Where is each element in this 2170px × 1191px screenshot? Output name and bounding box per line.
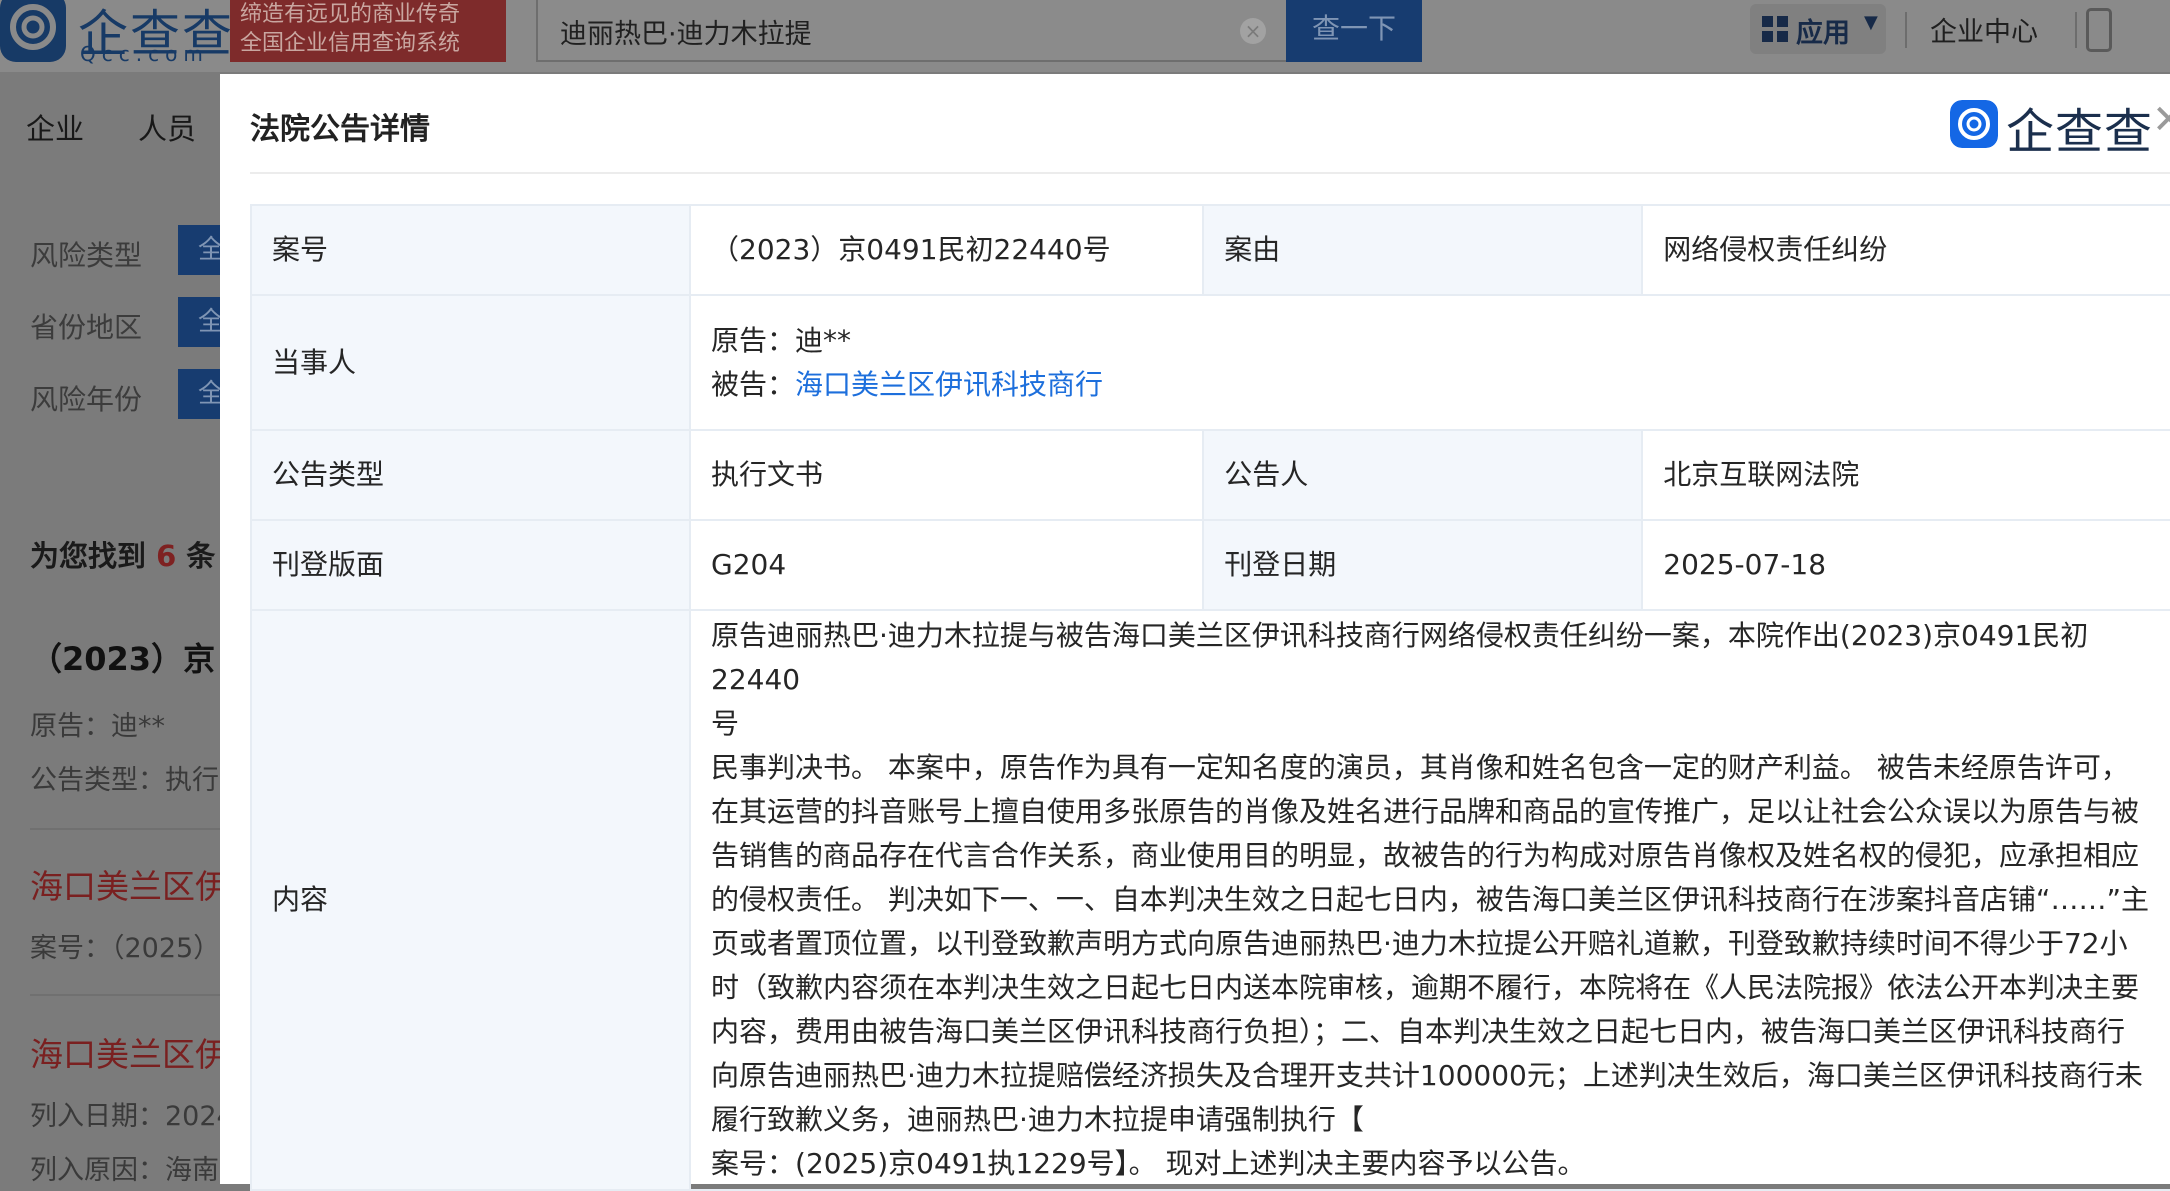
enterprise-center-link[interactable]: 企业中心: [1930, 10, 2038, 49]
result-item-title[interactable]: 海口美兰区伊: [30, 860, 228, 908]
content-line: 时（致歉内容须在本判决生效之日起七日内送本院审核，逾期不履行，本院将在《人民法院…: [711, 971, 2140, 1004]
result-item-date: 列入日期：2024: [30, 1101, 234, 1132]
filter-year-all[interactable]: 全: [178, 369, 226, 419]
tab-enterprise[interactable]: 企业: [26, 106, 84, 148]
content-label: 内容: [249, 609, 692, 1191]
publish-date-label: 刊登日期: [1202, 519, 1644, 611]
modal-title: 法院公告详情: [250, 112, 430, 147]
plaintiff-line: 原告：迪**: [711, 319, 2158, 363]
filter-risk-type-label: 风险类型: [30, 239, 143, 272]
result-divider: [30, 994, 230, 996]
notice-detail-table: 案号 （2023）京0491民初22440号 案由 网络侵权责任纠纷 当事人 原…: [249, 204, 2170, 1191]
filter-risk-type-all[interactable]: 全: [178, 225, 226, 275]
result-count-suffix: 条: [186, 539, 216, 573]
clear-search-icon[interactable]: ×: [1240, 18, 1266, 44]
defendant-prefix: 被告：: [711, 367, 796, 401]
table-row: 案号 （2023）京0491民初22440号 案由 网络侵权责任纠纷: [249, 204, 2170, 296]
publish-page-label: 刊登版面: [249, 519, 692, 611]
content-line: 号: [711, 707, 740, 740]
publish-page-value: G204: [689, 519, 1205, 611]
result-count-prefix: 为您找到: [30, 539, 147, 573]
parties-label: 当事人: [249, 294, 692, 431]
content-line: 内容，费用由被告海口美兰区伊讯科技商行负担）；二、自本判决生效之日起七日内，被告…: [711, 1015, 2126, 1048]
filter-year-label: 风险年份: [30, 383, 143, 416]
announcer-value: 北京互联网法院: [1641, 429, 2170, 521]
case-number-label: 案号: [249, 204, 692, 296]
qcc-brand-icon: [1950, 100, 1998, 148]
case-number-link[interactable]: （2023）京0491民初22440号: [689, 204, 1205, 296]
defendant-line: 被告：海口美兰区伊讯科技商行: [711, 363, 2158, 407]
table-row: 当事人 原告：迪** 被告：海口美兰区伊讯科技商行: [249, 294, 2170, 431]
notice-type-value: 执行文书: [689, 429, 1205, 521]
result-item-title[interactable]: 海口美兰区伊: [30, 1028, 228, 1076]
result-count: 为您找到 6 条: [30, 533, 215, 575]
parties-value: 原告：迪** 被告：海口美兰区伊讯科技商行: [689, 294, 2170, 431]
result-item-case: 案号：（2025）: [30, 933, 221, 964]
slogan-banner: 缔造有远见的商业传奇 全国企业信用查询系统: [230, 0, 506, 62]
tab-people[interactable]: 人员: [138, 106, 196, 148]
table-row: 公告类型 执行文书 公告人 北京互联网法院: [249, 429, 2170, 521]
content-line: 民事判决书。 本案中，原告作为具有一定知名度的演员，其肖像和姓名包含一定的财产利…: [711, 751, 2129, 784]
notice-type-label: 公告类型: [249, 429, 692, 521]
qcc-logo-icon[interactable]: [0, 0, 66, 62]
header-divider: [2075, 12, 2077, 48]
table-row: 刊登版面 G204 刊登日期 2025-07-18: [249, 519, 2170, 611]
search-input[interactable]: 迪丽热巴·迪力木拉提 ×: [536, 0, 1288, 62]
content-line: 在其运营的抖音账号上擅自使用多张原告的肖像及姓名进行品牌和商品的宣传推广，足以让…: [711, 795, 2140, 828]
close-icon[interactable]: ✕: [2152, 100, 2170, 140]
chevron-down-icon: ▼: [1864, 12, 1878, 33]
content-line: 案号：(2025)京0491执1229号】。 现对上述判决主要内容予以公告。: [711, 1147, 1586, 1180]
content-line: 的侵权责任。 判决如下一、一、自本判决生效之日起七日内，被告海口美兰区伊讯科技商…: [711, 883, 2149, 916]
apps-button[interactable]: 应用 ▼: [1750, 4, 1886, 54]
content-line: 原告迪丽热巴·迪力木拉提与被告海口美兰区伊讯科技商行网络侵权责任纠纷一案，本院作…: [711, 619, 2089, 696]
court-notice-modal: 法院公告详情 企查查 ✕ 案号 （2023）京0491民初22440号 案由 网…: [220, 74, 2170, 1191]
result-count-number: 6: [156, 539, 177, 573]
case-cause-label: 案由: [1202, 204, 1644, 296]
slogan-line-2: 全国企业信用查询系统: [240, 31, 461, 56]
content-line: 履行致歉义务，迪丽热巴·迪力木拉提申请强制执行【: [711, 1103, 1364, 1136]
result-item-type: 公告类型：执行: [30, 765, 219, 796]
content-line: 向原告迪丽热巴·迪力木拉提赔偿经济损失及合理开支共计100000元；上述判决生效…: [711, 1059, 2143, 1092]
content-line: 页或者置顶位置，以刊登致歉声明方式向原告迪丽热巴·迪力木拉提公开赔礼道歉，刊登致…: [711, 927, 2128, 960]
search-button[interactable]: 查一下: [1286, 0, 1422, 62]
result-item-reason: 列入原因：海南: [30, 1155, 219, 1186]
plaintiff-value: 迪**: [795, 323, 852, 357]
logo-subtext: Qcc.com: [80, 42, 209, 66]
apps-grid-icon: [1762, 16, 1788, 42]
search-input-value: 迪丽热巴·迪力木拉提: [560, 19, 812, 50]
result-divider: [30, 828, 230, 830]
result-item-title[interactable]: （2023）京: [30, 634, 215, 680]
top-bar: 企查查 Qcc.com 缔造有远见的商业传奇 全国企业信用查询系统 迪丽热巴·迪…: [0, 0, 2170, 72]
modal-header-divider: [250, 172, 2170, 174]
filter-region-label: 省份地区: [30, 311, 143, 344]
plaintiff-prefix: 原告：: [711, 323, 796, 357]
publish-date-value: 2025-07-18: [1641, 519, 2170, 611]
apps-label: 应用: [1796, 18, 1850, 49]
mobile-phone-icon[interactable]: [2086, 8, 2112, 52]
header-divider: [1905, 12, 1907, 48]
result-item-plaintiff: 原告：迪**: [30, 711, 165, 742]
defendant-link[interactable]: 海口美兰区伊讯科技商行: [795, 368, 1103, 401]
filter-region-all[interactable]: 全: [178, 297, 226, 347]
case-cause-value: 网络侵权责任纠纷: [1641, 204, 2170, 296]
announcer-label: 公告人: [1202, 429, 1644, 521]
table-row: 内容 原告迪丽热巴·迪力木拉提与被告海口美兰区伊讯科技商行网络侵权责任纠纷一案，…: [249, 609, 2170, 1191]
brand-logo-text: 企查查: [2006, 104, 2154, 160]
content-value: 原告迪丽热巴·迪力木拉提与被告海口美兰区伊讯科技商行网络侵权责任纠纷一案，本院作…: [689, 609, 2170, 1191]
slogan-line-1: 缔造有远见的商业传奇: [240, 2, 461, 27]
content-line: 告销售的商品存在代言合作关系，商业使用目的明显，故被告的行为构成对原告肖像权及姓…: [711, 839, 2140, 872]
